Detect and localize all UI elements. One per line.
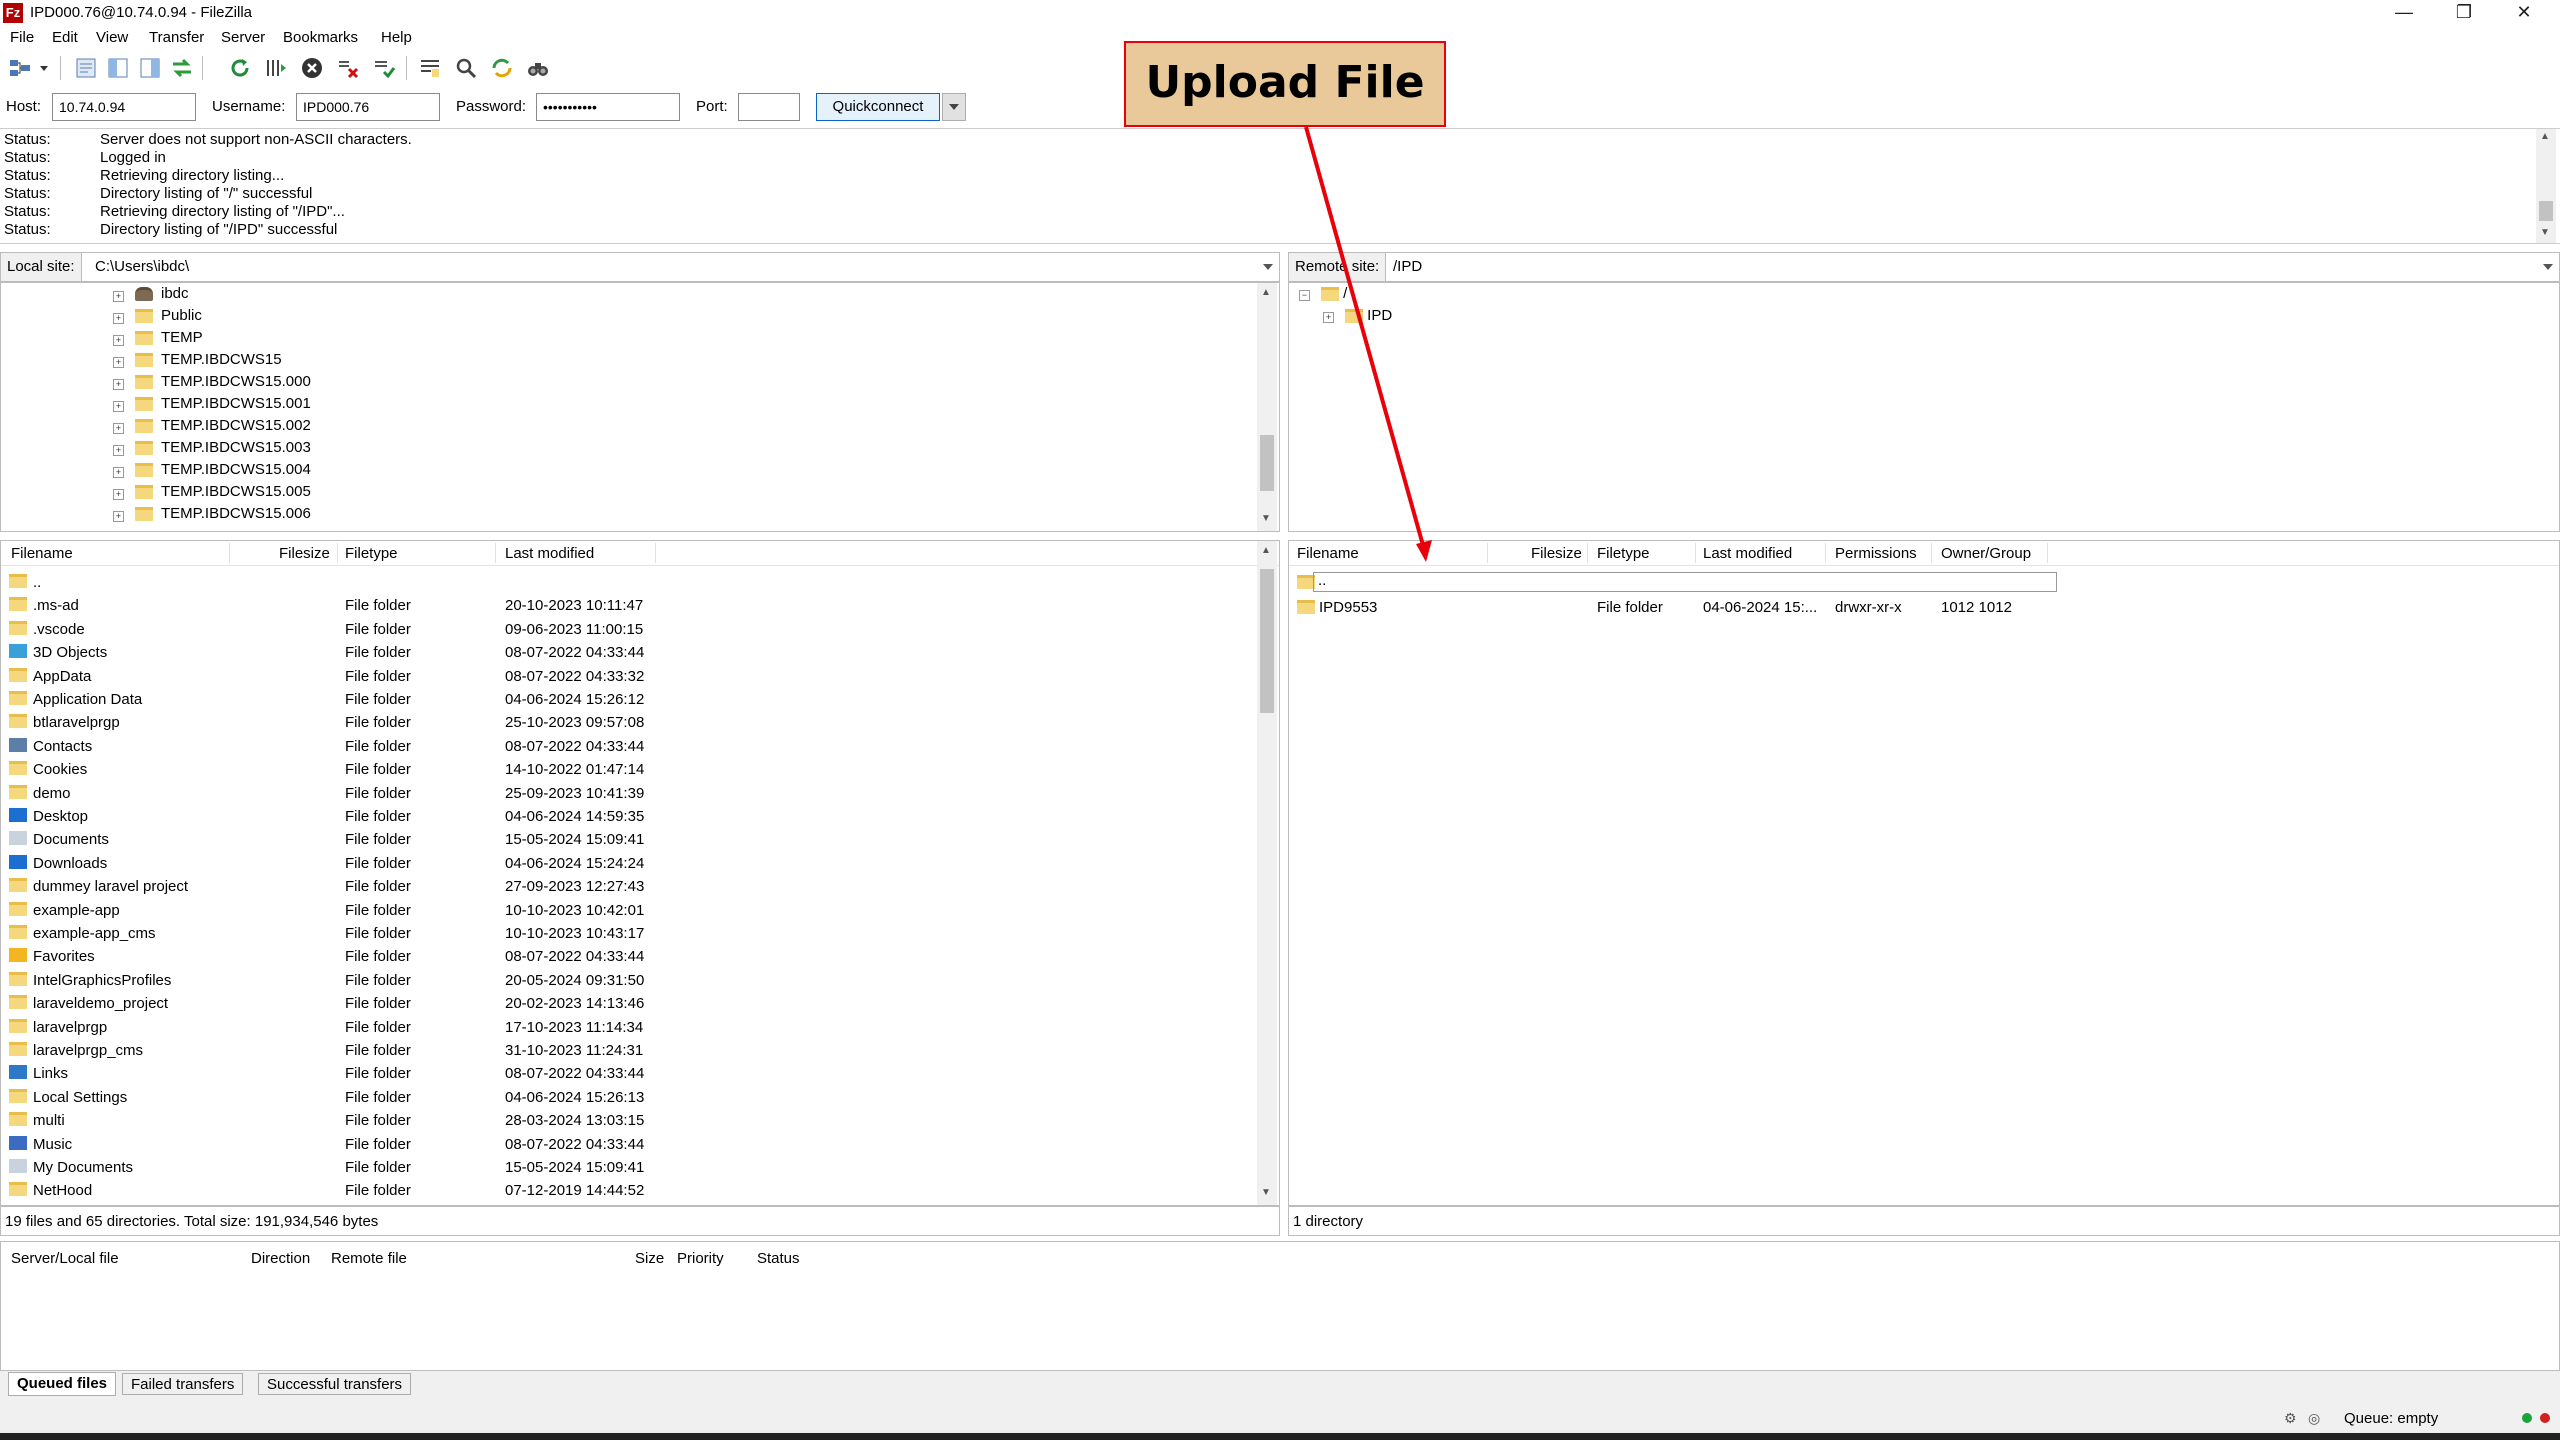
upload-file-callout: Upload File (1124, 41, 1446, 127)
annotation-arrow (1304, 126, 1432, 562)
